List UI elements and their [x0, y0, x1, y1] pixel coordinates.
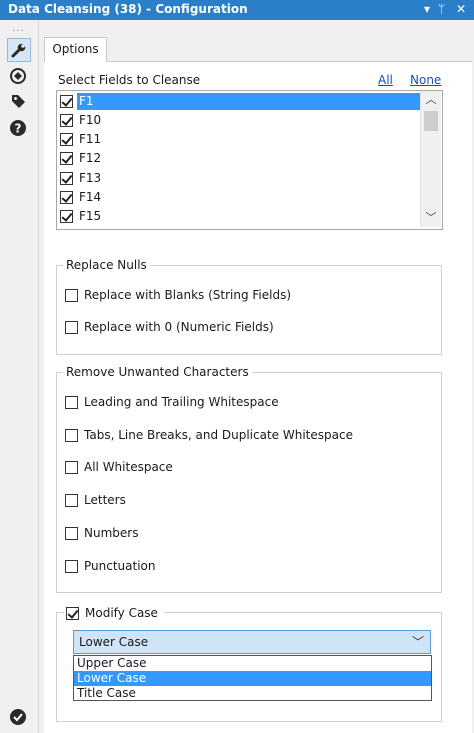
remove-tabs-checkbox[interactable] [65, 429, 78, 442]
field-name: F11 [79, 132, 102, 146]
remove-tabs-label: Tabs, Line Breaks, and Duplicate Whitesp… [84, 428, 353, 442]
field-name: F15 [79, 209, 102, 223]
remove-punctuation-label: Punctuation [84, 559, 156, 573]
field-item[interactable]: F1 [57, 92, 421, 111]
globe-icon[interactable] [7, 65, 29, 87]
tab-options[interactable]: Options [44, 37, 107, 62]
chevron-down-icon[interactable]: ﹀ [412, 633, 424, 650]
field-name: F14 [79, 190, 102, 204]
remove-all-whitespace-checkbox[interactable] [65, 461, 78, 474]
replace-zero-checkbox[interactable] [65, 321, 78, 334]
scroll-down-icon[interactable]: ﹀ [421, 209, 441, 227]
replace-zero-label: Replace with 0 (Numeric Fields) [84, 320, 274, 334]
dropdown-menu-icon[interactable]: ▾ [424, 2, 430, 16]
field-list-scrollbar[interactable]: ︿ ﹀ [420, 91, 441, 227]
svg-text:?: ? [15, 122, 22, 136]
remove-all-whitespace-label: All Whitespace [84, 460, 173, 474]
field-item[interactable]: F11 [57, 130, 420, 149]
field-item[interactable]: F12 [57, 149, 420, 168]
title-bar: Data Cleansing (38) - Configuration ▾ ᛘ … [0, 0, 474, 20]
case-dropdown-list[interactable]: Upper Case Lower Case Title Case [73, 655, 432, 701]
case-dropdown-value: Lower Case [79, 635, 149, 649]
select-all-link[interactable]: All [378, 73, 393, 87]
tag-icon[interactable] [7, 90, 29, 112]
field-item[interactable]: F13 [57, 169, 420, 188]
field-checkbox[interactable] [60, 114, 73, 127]
remove-letters-label: Letters [84, 493, 126, 507]
select-none-link[interactable]: None [410, 73, 441, 87]
close-icon[interactable]: ✕ [456, 2, 466, 16]
help-icon[interactable]: ? [7, 117, 29, 139]
field-checkbox[interactable] [60, 210, 73, 223]
remove-numbers-label: Numbers [84, 526, 139, 540]
replace-blanks-checkbox[interactable] [65, 289, 78, 302]
field-checkbox[interactable] [60, 172, 73, 185]
field-item[interactable]: F15 [57, 207, 420, 226]
wrench-icon[interactable] [7, 38, 31, 62]
scroll-thumb[interactable] [424, 111, 438, 131]
field-item[interactable]: F10 [57, 111, 420, 130]
rail-grip[interactable]: ... [12, 23, 25, 34]
field-name: F1 [77, 93, 421, 110]
remove-leading-trailing-checkbox[interactable] [65, 396, 78, 409]
field-name: F12 [79, 151, 102, 165]
case-dropdown[interactable]: Lower Case ﹀ [73, 630, 431, 654]
replace-blanks-label: Replace with Blanks (String Fields) [84, 288, 292, 302]
field-name: F13 [79, 171, 102, 185]
field-checkbox[interactable] [60, 152, 73, 165]
field-checkbox[interactable] [60, 95, 73, 108]
field-list[interactable]: F1 F10 F11 F12 F13 F14 F15 [56, 90, 443, 230]
field-checkbox[interactable] [60, 133, 73, 146]
field-checkbox[interactable] [60, 191, 73, 204]
remove-leading-trailing-label: Leading and Trailing Whitespace [84, 395, 279, 409]
remove-punctuation-checkbox[interactable] [65, 560, 78, 573]
field-name: F10 [79, 113, 102, 127]
case-option-upper[interactable]: Upper Case [74, 656, 431, 671]
remove-characters-title: Remove Unwanted Characters [63, 365, 252, 379]
modify-case-option[interactable]: Modify Case [64, 606, 164, 621]
window-title: Data Cleansing (38) - Configuration [8, 2, 248, 16]
case-option-lower[interactable]: Lower Case [74, 671, 431, 686]
replace-nulls-title: Replace Nulls [63, 258, 150, 272]
remove-numbers-checkbox[interactable] [65, 527, 78, 540]
remove-letters-checkbox[interactable] [65, 494, 78, 507]
pin-icon[interactable]: ᛘ [438, 2, 445, 16]
replace-nulls-group [56, 265, 442, 355]
case-option-title[interactable]: Title Case [74, 686, 431, 701]
scroll-up-icon[interactable]: ︿ [421, 91, 441, 109]
modify-case-label: Modify Case [85, 606, 158, 620]
field-item[interactable]: F14 [57, 188, 420, 207]
modify-case-checkbox[interactable] [66, 607, 79, 620]
check-icon[interactable] [7, 706, 29, 728]
fields-label: Select Fields to Cleanse [58, 73, 201, 87]
